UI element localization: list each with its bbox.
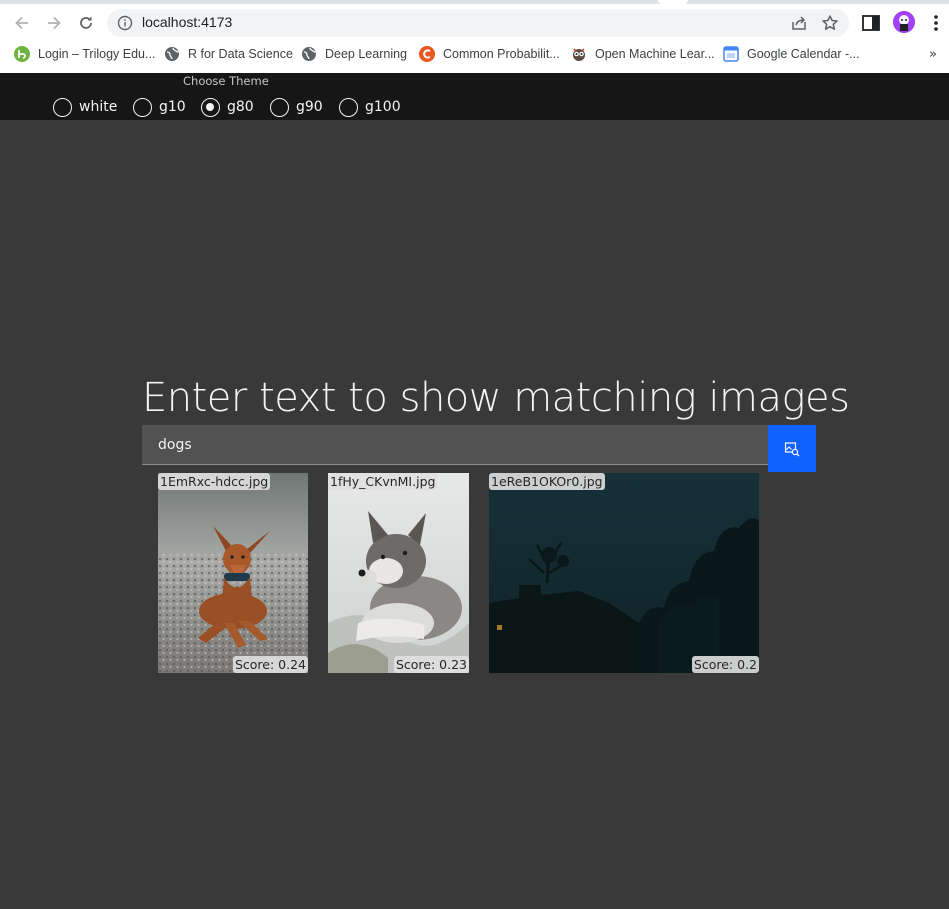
share-icon[interactable]	[790, 14, 808, 32]
theme-option-g90[interactable]: g90	[270, 97, 323, 117]
more-bookmarks-button[interactable]: »	[929, 47, 937, 62]
radio-unchecked-icon[interactable]	[270, 97, 289, 117]
arrow-left-icon	[15, 16, 28, 30]
browser-toolbar: localhost:4173	[0, 4, 949, 40]
forward-button[interactable]	[41, 10, 67, 36]
result-filename: 1EmRxc-hdcc.jpg	[158, 473, 271, 490]
side-panel-icon[interactable]	[862, 15, 880, 31]
trilogy-favicon-icon	[14, 46, 30, 62]
bookmark-star-icon[interactable]	[821, 14, 839, 32]
address-bar[interactable]: localhost:4173	[107, 9, 849, 37]
globe-icon	[165, 47, 180, 61]
result-filename: 1eReB1OKOr0.jpg	[489, 473, 605, 490]
result-score: Score: 0.24	[232, 656, 308, 673]
bookmark-google-calendar[interactable]: Google Calendar -...	[723, 43, 860, 65]
result-score: Score: 0.2	[691, 656, 759, 673]
result-filename: 1fHy_CKvnMI.jpg	[328, 473, 438, 490]
owl-favicon-icon	[573, 48, 585, 61]
c-favicon-icon	[419, 46, 435, 62]
radio-unchecked-icon[interactable]	[53, 97, 72, 117]
result-card[interactable]: 1EmRxc-hdcc.jpg Score: 0.24	[158, 473, 308, 673]
reload-icon	[80, 16, 92, 29]
bookmarks-bar: Login – Trilogy Edu... R for Data Scienc…	[0, 41, 949, 69]
radio-checked-icon[interactable]	[201, 97, 220, 117]
search-button[interactable]	[768, 425, 816, 472]
bookmark-open-ml[interactable]: Open Machine Lear...	[571, 43, 715, 65]
browser-chrome: localhost:4173 Login – Trilogy Edu... R …	[0, 0, 949, 73]
bookmark-deep-learning[interactable]: Deep Learning	[301, 43, 407, 65]
theme-legend: Choose Theme	[183, 74, 269, 88]
menu-kebab-icon[interactable]	[928, 13, 944, 33]
back-button[interactable]	[9, 10, 35, 36]
theme-option-g100[interactable]: g100	[339, 97, 401, 117]
app-page: Choose Theme white g10 g80 g90 g100 Ente…	[0, 73, 949, 909]
url-text[interactable]: localhost:4173	[142, 14, 232, 30]
radio-unchecked-icon[interactable]	[339, 97, 358, 117]
result-image	[489, 473, 759, 673]
result-image	[158, 473, 308, 673]
bookmark-common-probability[interactable]: Common Probabilit...	[419, 43, 560, 65]
reload-button[interactable]	[73, 10, 99, 36]
calendar-favicon-icon	[723, 46, 739, 62]
bookmark-trilogy[interactable]: Login – Trilogy Edu...	[14, 43, 155, 65]
theme-option-g10[interactable]: g10	[133, 97, 186, 117]
info-icon[interactable]	[117, 15, 133, 31]
theme-option-white[interactable]: white	[53, 97, 117, 117]
radio-unchecked-icon[interactable]	[133, 97, 152, 117]
result-score: Score: 0.23	[393, 656, 469, 673]
theme-option-g80[interactable]: g80	[201, 97, 254, 117]
search-input[interactable]	[142, 425, 768, 465]
arrow-right-icon	[48, 16, 61, 30]
profile-avatar[interactable]	[893, 11, 915, 33]
image-search-icon	[784, 441, 800, 456]
page-title: Enter text to show matching images	[142, 375, 850, 421]
result-card[interactable]: 1fHy_CKvnMI.jpg Score: 0.23	[328, 473, 469, 673]
result-card[interactable]: 1eReB1OKOr0.jpg Score: 0.2	[489, 473, 759, 673]
avatar-icon	[893, 11, 915, 33]
result-image	[328, 473, 469, 673]
globe-icon	[302, 47, 317, 61]
bookmark-r4ds[interactable]: R for Data Science	[164, 43, 293, 65]
theme-selector: Choose Theme white g10 g80 g90 g100	[0, 73, 949, 120]
